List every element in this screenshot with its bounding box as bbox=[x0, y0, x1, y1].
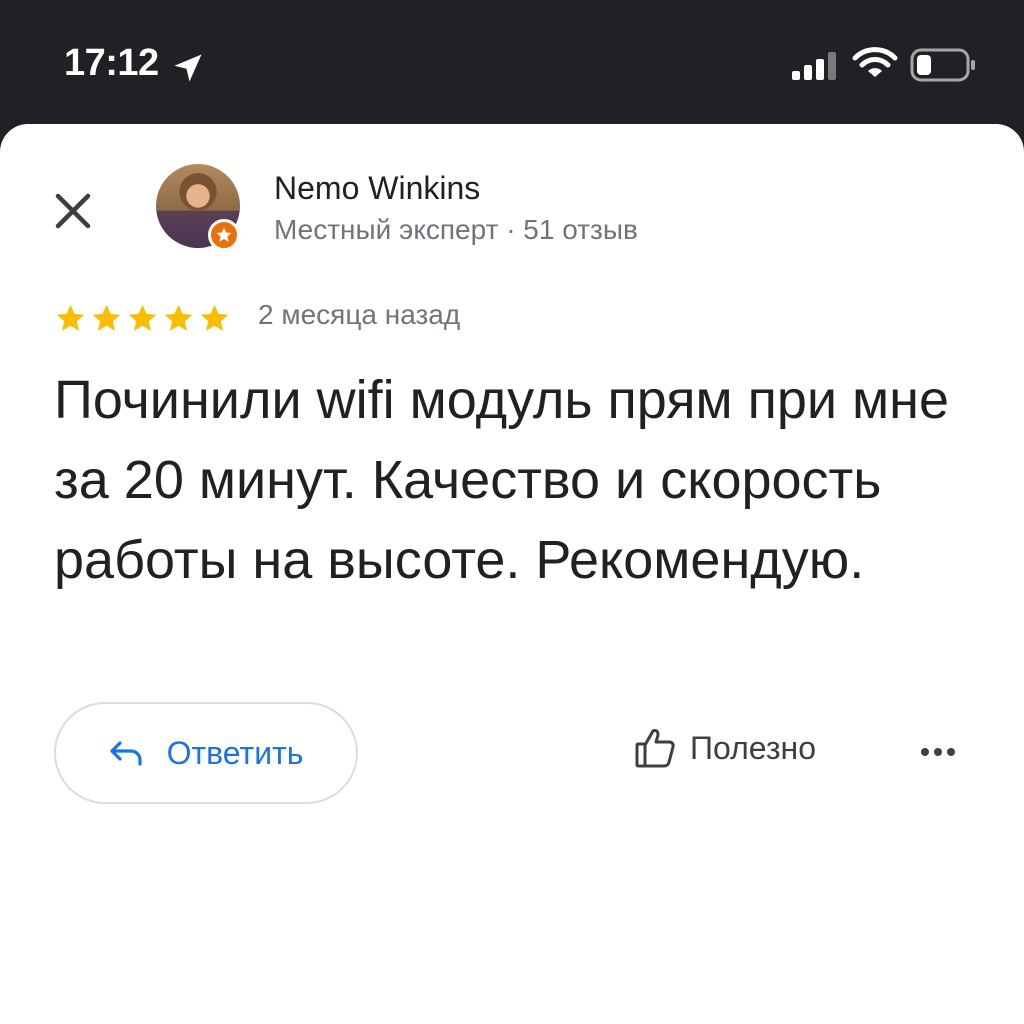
helpful-button[interactable]: Полезно bbox=[634, 726, 816, 770]
reply-label: Ответить bbox=[166, 734, 304, 771]
reply-arrow-icon bbox=[110, 741, 142, 766]
review-text: Починили wifi модуль прям при мне за 20 … bbox=[54, 370, 950, 590]
wifi-icon bbox=[852, 47, 898, 77]
more-horizontal-icon bbox=[921, 748, 955, 756]
star-icon bbox=[128, 304, 157, 331]
helpful-label: Полезно bbox=[690, 729, 816, 766]
reply-button[interactable]: Ответить bbox=[54, 702, 358, 804]
star-icon bbox=[56, 304, 85, 331]
star-rating bbox=[54, 302, 231, 335]
close-icon[interactable] bbox=[52, 190, 94, 232]
reviewer-name[interactable]: Nemo Winkins bbox=[274, 170, 480, 207]
battery-icon bbox=[910, 48, 975, 82]
local-guide-star-icon bbox=[208, 219, 240, 251]
star-icon bbox=[92, 304, 121, 331]
more-button[interactable] bbox=[914, 734, 962, 770]
review-sheet: Nemo Winkins Местный эксперт · 51 отзыв … bbox=[0, 124, 1024, 1024]
status-bar: 17:12 bbox=[0, 0, 1024, 124]
review-date: 2 месяца назад bbox=[258, 299, 461, 330]
thumb-up-icon bbox=[635, 729, 675, 768]
status-time: 17:12 bbox=[64, 42, 159, 84]
star-icon bbox=[164, 304, 193, 331]
reviewer-meta: Местный эксперт · 51 отзыв bbox=[274, 214, 638, 245]
cellular-signal-icon bbox=[792, 52, 836, 80]
star-icon bbox=[200, 304, 229, 331]
location-arrow-icon bbox=[174, 54, 202, 82]
